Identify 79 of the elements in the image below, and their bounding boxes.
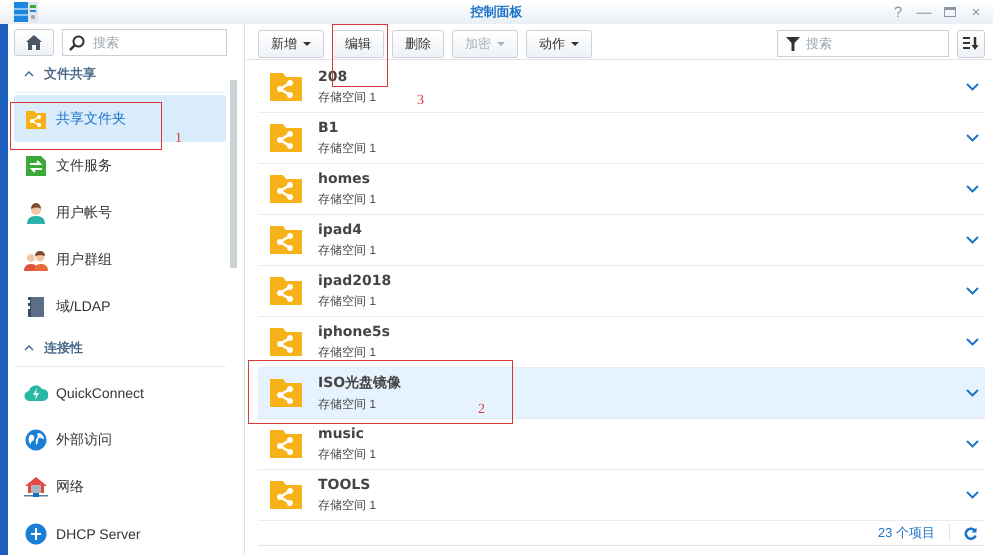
folder-name: music <box>318 426 365 442</box>
shared-folder-icon <box>270 430 302 458</box>
shared-folder-icon <box>270 277 302 305</box>
window-title: 控制面板 <box>470 3 522 21</box>
shared-folder-icon <box>270 481 302 509</box>
folder-name: TOOLS <box>318 476 372 492</box>
cloud-icon <box>24 382 48 402</box>
shared-folder-icon <box>270 379 302 407</box>
refresh-icon[interactable] <box>964 526 977 540</box>
annotation-number: 2 <box>478 403 485 417</box>
shared-folder-row[interactable]: B1 存储空间 1 <box>258 113 985 164</box>
expand-chevron-icon[interactable] <box>966 389 979 397</box>
shared-folder-icon <box>270 175 302 203</box>
volume-label: 存储空间 1 <box>318 344 378 360</box>
shared-folder-row[interactable]: TOOLS 存储空间 1 <box>258 470 985 521</box>
section-header[interactable]: 连接性 <box>14 330 226 367</box>
expand-chevron-icon[interactable] <box>966 338 979 346</box>
filter-icon <box>786 37 800 51</box>
expand-chevron-icon[interactable] <box>966 134 979 142</box>
collapse-chevron-icon <box>24 345 34 351</box>
address-book-icon <box>25 296 47 318</box>
sidebar-item[interactable]: DHCP Server <box>14 510 226 555</box>
volume-label: 存储空间 1 <box>318 242 376 258</box>
maximize-icon <box>944 6 956 16</box>
toolbar-button[interactable]: 新增 <box>258 30 324 58</box>
search-icon <box>69 35 85 51</box>
scrollbar[interactable] <box>230 80 237 268</box>
expand-chevron-icon[interactable] <box>966 440 979 448</box>
folder-name: ipad4 <box>318 222 364 238</box>
sidebar-item[interactable]: 外部访问 <box>14 416 226 463</box>
shared-folder-icon <box>270 328 302 356</box>
volume-label: 存储空间 1 <box>318 190 376 208</box>
home-icon <box>26 35 42 50</box>
shared-folder-icon <box>270 73 302 101</box>
item-count: 23 个项目 <box>878 524 935 542</box>
volume-label: 存储空间 1 <box>318 496 376 514</box>
shared-folder-icon <box>270 124 302 152</box>
volume-label: 存储空间 1 <box>318 140 376 156</box>
shared-folder-row[interactable]: homes 存储空间 1 <box>258 164 985 215</box>
sidebar-item[interactable]: 用户帐号 <box>14 189 226 236</box>
collapse-chevron-icon <box>24 71 34 77</box>
expand-chevron-icon[interactable] <box>966 185 979 193</box>
user-icon <box>25 202 47 224</box>
volume-label: 存储空间 1 <box>318 446 376 462</box>
house-network-icon <box>24 476 48 498</box>
toolbar-button[interactable]: 删除 <box>392 30 444 58</box>
folder-name: ipad2018 <box>318 272 392 288</box>
app-logo-icon <box>14 2 38 22</box>
toolbar-button[interactable]: 动作 <box>526 30 592 58</box>
folder-name: B1 <box>318 120 340 136</box>
expand-chevron-icon[interactable] <box>966 83 979 91</box>
sort-icon <box>963 37 979 50</box>
search-field[interactable]: 搜索 <box>62 29 227 56</box>
globe-icon <box>25 428 47 450</box>
expand-chevron-icon[interactable] <box>966 236 979 244</box>
filter-search-field[interactable]: 搜索 <box>777 30 949 57</box>
folder-name: ISO光盘镜像 <box>318 374 402 392</box>
shared-folder-icon <box>270 226 302 254</box>
folder-name: homes <box>318 170 372 186</box>
home-button[interactable] <box>14 29 54 56</box>
volume-label: 存储空间 1 <box>318 292 378 310</box>
file-service-icon <box>25 154 47 176</box>
sidebar-item[interactable]: QuickConnect <box>14 369 226 416</box>
shared-folder-row[interactable]: music 存储空间 1 <box>258 419 985 470</box>
shared-folder-row[interactable]: ipad4 存储空间 1 <box>258 215 985 266</box>
annotation-number: 3 <box>417 94 424 108</box>
user-group-icon <box>24 248 48 270</box>
sidebar-item[interactable]: 域/LDAP <box>14 283 226 330</box>
volume-label: 存储空间 1 <box>318 396 378 412</box>
folder-name: iphone5s <box>318 324 390 340</box>
expand-chevron-icon[interactable] <box>966 491 979 499</box>
volume-label: 存储空间 1 <box>318 88 376 106</box>
expand-chevron-icon[interactable] <box>966 287 979 295</box>
shared-folder-row[interactable]: ipad2018 存储空间 1 <box>258 266 985 317</box>
section-header[interactable]: 文件共享 <box>14 56 226 93</box>
sidebar-item[interactable]: 用户群组 <box>14 236 226 283</box>
sort-button[interactable] <box>957 30 985 58</box>
toolbar-button[interactable]: 编辑 <box>332 30 384 58</box>
sidebar-item[interactable]: 网络 <box>14 463 226 510</box>
